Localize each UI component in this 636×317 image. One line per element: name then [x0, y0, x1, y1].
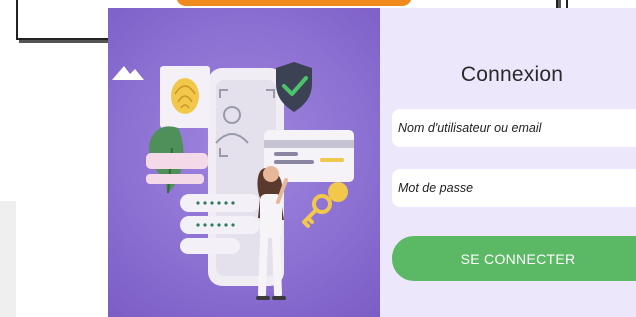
- fingerprint-icon: [171, 78, 199, 114]
- key-icon: [302, 194, 332, 228]
- page: Connexion SE CONNECTER: [0, 0, 636, 317]
- background-orange-button: [176, 0, 412, 6]
- mountain-icon: [112, 66, 144, 80]
- background-grey-panel: [0, 201, 16, 317]
- fingerprint-card: [160, 66, 210, 128]
- login-title: Connexion: [460, 63, 564, 86]
- username-email-input[interactable]: [392, 109, 636, 147]
- login-modal: Connexion SE CONNECTER: [108, 8, 636, 317]
- password-input[interactable]: [392, 169, 636, 207]
- login-form-panel: Connexion SE CONNECTER: [380, 8, 636, 317]
- message-bubbles: [146, 153, 208, 184]
- security-illustration: [108, 8, 380, 317]
- illustration-svg: [112, 62, 354, 300]
- login-button[interactable]: SE CONNECTER: [392, 236, 636, 281]
